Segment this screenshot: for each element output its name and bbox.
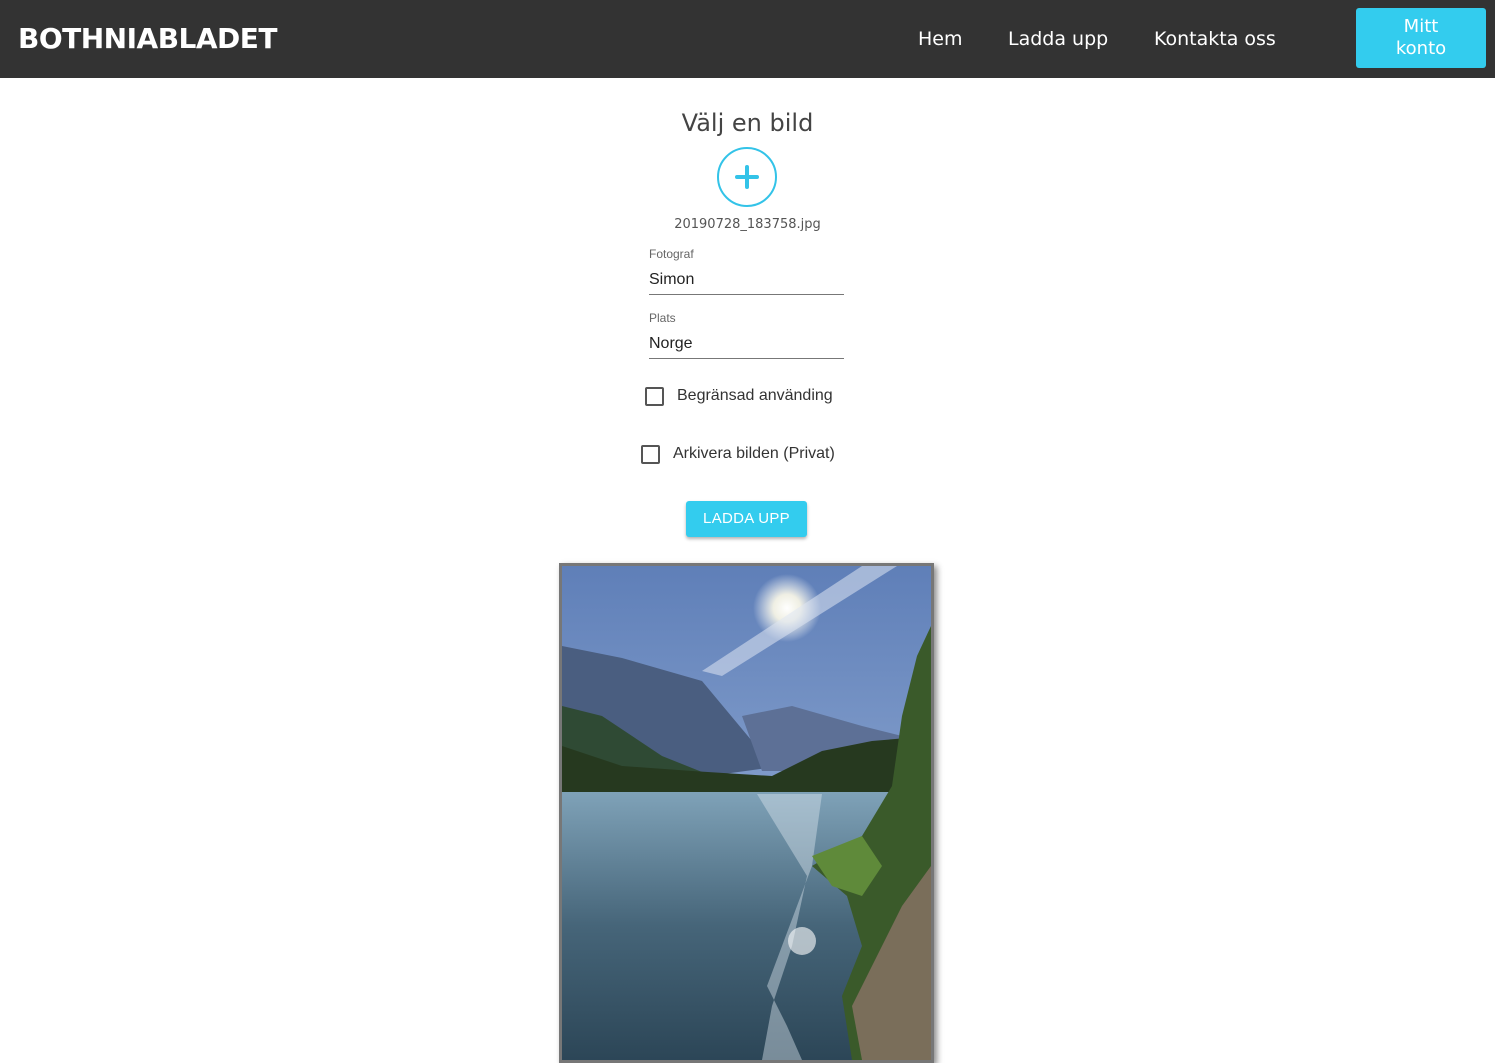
archive-checkbox[interactable] bbox=[641, 444, 660, 464]
location-label: Plats bbox=[649, 311, 676, 325]
photographer-label: Fotograf bbox=[649, 247, 694, 261]
archive-option[interactable]: Arkivera bilden (Privat) bbox=[641, 444, 835, 464]
my-account-button[interactable]: Mitt konto bbox=[1356, 8, 1486, 68]
landscape-photo bbox=[562, 566, 931, 1060]
nav-link-home[interactable]: Hem bbox=[918, 26, 963, 52]
restricted-use-option[interactable]: Begränsad använding bbox=[645, 386, 833, 406]
add-image-button[interactable] bbox=[717, 147, 777, 207]
restricted-use-checkbox[interactable] bbox=[645, 386, 664, 406]
location-input[interactable] bbox=[649, 330, 844, 359]
my-account-label: Mitt konto bbox=[1395, 16, 1447, 59]
image-preview bbox=[559, 563, 934, 1063]
photographer-input[interactable] bbox=[649, 266, 844, 295]
selected-filename: 20190728_183758.jpg bbox=[674, 217, 821, 232]
nav-link-contact[interactable]: Kontakta oss bbox=[1154, 26, 1276, 52]
restricted-use-label: Begränsad använding bbox=[677, 387, 833, 404]
nav-link-upload[interactable]: Ladda upp bbox=[1008, 26, 1108, 52]
page-title: Välj en bild bbox=[681, 109, 814, 137]
top-navbar: BOTHNIABLADET Hem Ladda upp Kontakta oss… bbox=[0, 0, 1495, 78]
site-logo[interactable]: BOTHNIABLADET bbox=[18, 20, 278, 58]
upload-button[interactable]: LADDA UPP bbox=[686, 501, 807, 537]
archive-label: Arkivera bilden (Privat) bbox=[673, 445, 835, 462]
plus-icon bbox=[735, 165, 759, 189]
